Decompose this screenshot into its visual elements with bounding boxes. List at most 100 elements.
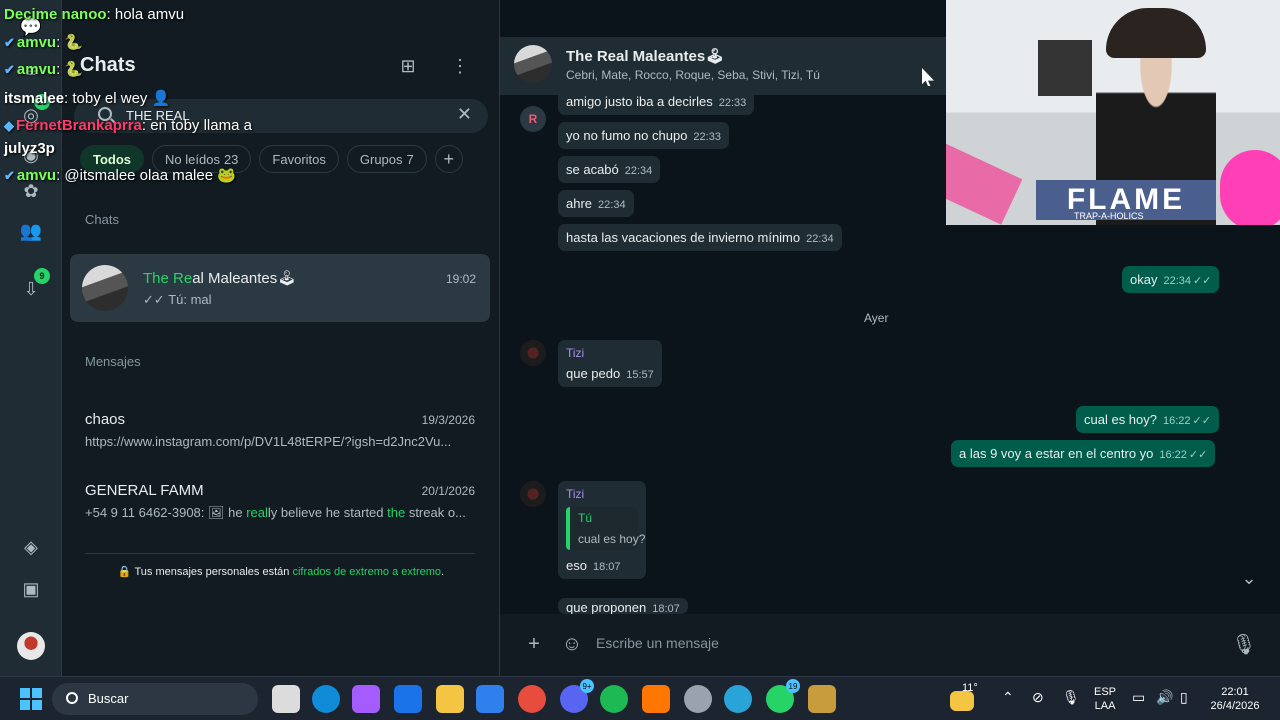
clock-date: 26/4/2026 [1210,700,1260,712]
downloads-icon[interactable]: ⇩ 9 [16,268,50,304]
filter-groups-count: 7 [406,151,414,167]
ccleaner-icon[interactable] [724,685,752,713]
money-sticker [946,141,1023,225]
message-result[interactable]: GENERAL FAMM 20/1/2026 +54 9 11 6462-390… [85,482,475,521]
preview-match: the [387,505,406,520]
flame-subtitle: TRAP-A-HOLICS [1074,211,1144,221]
clear-search-icon[interactable]: ✕ [457,104,472,125]
taskbar-search-label: Buscar [88,691,129,706]
outlook-icon[interactable] [394,685,422,713]
message-bubble: se acabó 22:34 [558,156,661,183]
chat-preview-text: Tú: mal [168,292,212,307]
weather-temp: 11° [962,682,978,694]
quoted-message[interactable]: Tú cual es hoy? [566,507,645,550]
message-text: cual es hoy? [1084,412,1157,427]
new-chat-icon[interactable]: ⊞ [394,52,422,80]
message-bubble: ahre 22:34 [558,190,634,217]
league-icon[interactable] [808,685,836,713]
overlay-message: : @itsmalee olaa malee 🐸 [56,167,236,184]
groups-icon[interactable]: 👥 [16,216,46,246]
sender-avatar[interactable] [520,481,546,507]
chrome-icon[interactable] [518,685,546,713]
microphone-icon[interactable]: 🎙 [1062,689,1080,706]
verified-icon: ✔ [4,62,15,77]
taskbar-search[interactable]: Buscar [52,683,258,715]
chat-item[interactable]: The Real Maleantes🕹 19:02 ✓✓ Tú: mal [70,254,490,322]
overlay-message: : 🐍 [56,61,84,78]
display-icon[interactable]: ▭ [1132,689,1145,706]
overlay-username: Decime nanoo [4,6,107,23]
e2e-prefix: 🔒 Tus mensajes personales están [117,566,293,578]
attach-icon[interactable]: + [520,630,548,658]
e2e-link[interactable]: cifrados de extremo a extremo [292,566,441,578]
message-bubble: Tizi Tú cual es hoy? eso 18:07 [558,481,646,579]
sender-avatar[interactable] [520,340,546,366]
volume-icon[interactable]: 🔊 [1156,689,1173,706]
overlay-chat-line: ✔ amvu: 🐍 [4,60,83,78]
overlay-message: : toby el wey 👤 [64,90,171,107]
message-bubble: Tizi que pedo 15:57 [558,340,662,387]
wall-poster [1038,40,1092,96]
message-bubble: amigo justo iba a decirles 22:33 [558,88,755,115]
group-name: The Real Maleantes🕹 [566,48,725,65]
message-text: que proponen [566,600,647,614]
group-avatar [82,265,128,311]
filter-favorites[interactable]: Favoritos [259,145,339,173]
app-window: 💬 ≡ ◎ 19 ◉ ✿ 👥 ⇩ 9 ◈ ▣ Chats ⊞ ⋮ THE REA… [0,0,1280,720]
microphone-icon[interactable]: 🎙 [1230,630,1258,658]
task-view-icon[interactable] [272,685,300,713]
input-language[interactable]: ESP LAA [1094,685,1116,713]
message-result-date: 20/1/2026 [421,484,475,498]
add-filter-icon[interactable]: + [434,145,463,173]
preview-suffix: streak o... [405,505,466,520]
scroll-down-icon[interactable]: ⌄ [1234,563,1264,593]
obs-icon[interactable] [684,685,712,713]
message-time: 22:34 [624,165,653,177]
encryption-notice: 🔒 Tus mensajes personales están cifrados… [62,565,500,578]
more-options-icon[interactable]: ⋮ [446,52,474,80]
profile-avatar[interactable] [17,632,45,660]
media-icon[interactable]: ▣ [16,574,46,604]
message-result-title: GENERAL FAMM [85,482,204,499]
e2e-suffix: . [441,566,445,578]
spotify-icon[interactable] [600,685,628,713]
sender-avatar[interactable]: R [520,106,546,132]
clock[interactable]: 22:01 26/4/2026 [1206,685,1264,713]
sender-name[interactable]: Tizi [566,346,654,360]
sticker-icon[interactable]: ☺ [558,630,586,658]
group-avatar[interactable] [514,45,552,83]
chat-name: The Real Maleantes🕹 [143,269,296,287]
store-icon[interactable] [476,685,504,713]
sender-name[interactable]: Tizi [566,487,638,501]
overlay-chat-line: ✔ amvu: @itsmalee olaa malee 🐸 [4,166,236,184]
copilot-icon[interactable] [352,685,380,713]
filter-all-label: Todos [93,151,132,167]
battery-icon[interactable]: ▯ [1180,689,1188,706]
soundcloud-icon[interactable] [642,685,670,713]
overlay-username: amvu [16,34,57,51]
edge-icon[interactable] [312,685,340,713]
ai-chat-icon[interactable]: ◈ [16,532,46,562]
network-off-icon[interactable]: ⊘ [1032,689,1044,706]
chevron-up-icon[interactable]: ⌃ [1002,689,1014,706]
message-result-preview: https://www.instagram.com/p/DV1L48tERPE/… [85,434,452,449]
start-icon[interactable] [20,688,42,710]
whatsapp-badge: 19 [786,679,800,693]
divider [85,553,475,554]
message-result[interactable]: chaos 19/3/2026 https://www.instagram.co… [85,411,475,449]
message-input[interactable] [596,628,1216,658]
overlay-chat-line: ✔ amvu: 🐍 [4,33,83,51]
overlay-chat-line: itsmalee: toby el wey 👤 [4,89,170,107]
badge-icon: ◆ [4,118,14,133]
filter-groups[interactable]: Grupos 7 [346,145,427,173]
messages-section-label: Mensajes [85,354,141,369]
preview-match: real [246,505,268,520]
file-explorer-icon[interactable] [436,685,464,713]
overlay-username: amvu [16,167,57,184]
verified-icon: ✔ [4,35,15,50]
chat-time: 19:02 [445,272,476,286]
whatsapp-icon[interactable]: 19 [766,679,800,713]
message-result-date: 19/3/2026 [421,413,475,427]
discord-icon[interactable]: 9+ [560,679,594,713]
pink-sticker [1220,150,1280,225]
